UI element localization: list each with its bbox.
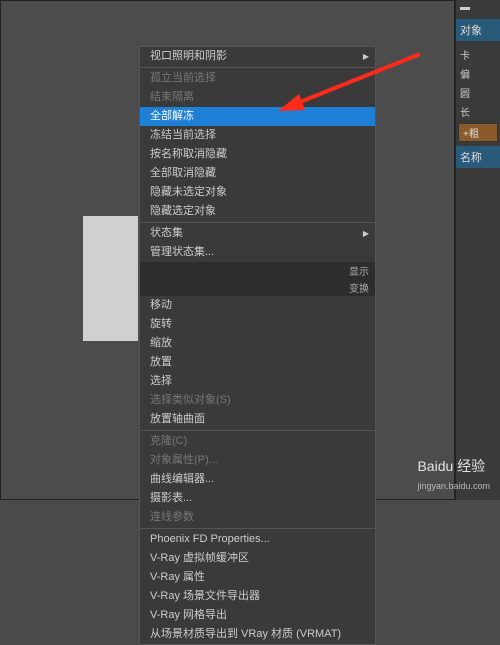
scene-object [83, 216, 138, 341]
panel-field[interactable]: 卡 [456, 45, 500, 64]
menu-item[interactable]: 连线参数 [140, 508, 375, 527]
menu-item[interactable]: 放置 [140, 353, 375, 372]
add-button[interactable]: +粗 [458, 123, 498, 142]
menu-separator [140, 430, 375, 431]
menu-separator [140, 222, 375, 223]
menu-item[interactable]: 按名称取消隐藏 [140, 145, 375, 164]
menu-group-label: 显示 [140, 262, 375, 279]
menu-separator [140, 528, 375, 529]
menu-item[interactable]: 移动 [140, 296, 375, 315]
menu-item[interactable]: 隐藏选定对象 [140, 202, 375, 221]
panel-field[interactable]: 偏 [456, 64, 500, 83]
menu-item[interactable]: 旋转 [140, 315, 375, 334]
menu-item[interactable]: 选择 [140, 372, 375, 391]
menu-item[interactable]: 全部取消隐藏 [140, 164, 375, 183]
panel-section-header[interactable]: 对象 [456, 19, 500, 41]
menu-item[interactable]: 缩放 [140, 334, 375, 353]
menu-item[interactable]: 对象属性(P)... [140, 451, 375, 470]
menu-item[interactable]: V-Ray 属性 [140, 568, 375, 587]
menu-item[interactable]: 克隆(C) [140, 432, 375, 451]
panel-field[interactable]: 长 [456, 102, 500, 121]
context-menu: 视口照明和阴影孤立当前选择结束隔离全部解冻冻结当前选择按名称取消隐藏全部取消隐藏… [139, 46, 376, 645]
watermark-text: Baidu 经验 [417, 458, 485, 474]
menu-item[interactable]: 管理状态集... [140, 243, 375, 262]
menu-group-label: 变换 [140, 279, 375, 296]
modify-panel: ▬ 对象 卡偏圆长 +粗 名称 [455, 0, 500, 500]
menu-item[interactable]: 摄影表... [140, 489, 375, 508]
menu-item[interactable]: 状态集 [140, 224, 375, 243]
menu-item[interactable]: 结束隔离 [140, 88, 375, 107]
panel-field[interactable]: 圆 [456, 83, 500, 102]
menu-item[interactable]: 从场景材质导出到 VRay 材质 (VRMAT) [140, 625, 375, 644]
watermark: Baidu 经验 jingyan.baidu.com [417, 456, 490, 492]
menu-item[interactable]: 孤立当前选择 [140, 69, 375, 88]
menu-item[interactable]: 曲线编辑器... [140, 470, 375, 489]
menu-item[interactable]: 冻结当前选择 [140, 126, 375, 145]
menu-item[interactable]: 选择类似对象(S) [140, 391, 375, 410]
menu-item[interactable]: V-Ray 网格导出 [140, 606, 375, 625]
menu-item[interactable]: V-Ray 场景文件导出器 [140, 587, 375, 606]
menu-separator [140, 67, 375, 68]
panel-section-name[interactable]: 名称 [456, 146, 500, 168]
menu-item[interactable]: Phoenix FD Properties... [140, 530, 375, 549]
menu-item[interactable]: 全部解冻 [140, 107, 375, 126]
menu-item[interactable]: 放置轴曲面 [140, 410, 375, 429]
menu-item[interactable]: V-Ray 虚拟帧缓冲区 [140, 549, 375, 568]
menu-item[interactable]: 隐藏未选定对象 [140, 183, 375, 202]
panel-row: ▬ [456, 0, 500, 15]
menu-item[interactable]: 视口照明和阴影 [140, 47, 375, 66]
watermark-url: jingyan.baidu.com [417, 481, 490, 491]
